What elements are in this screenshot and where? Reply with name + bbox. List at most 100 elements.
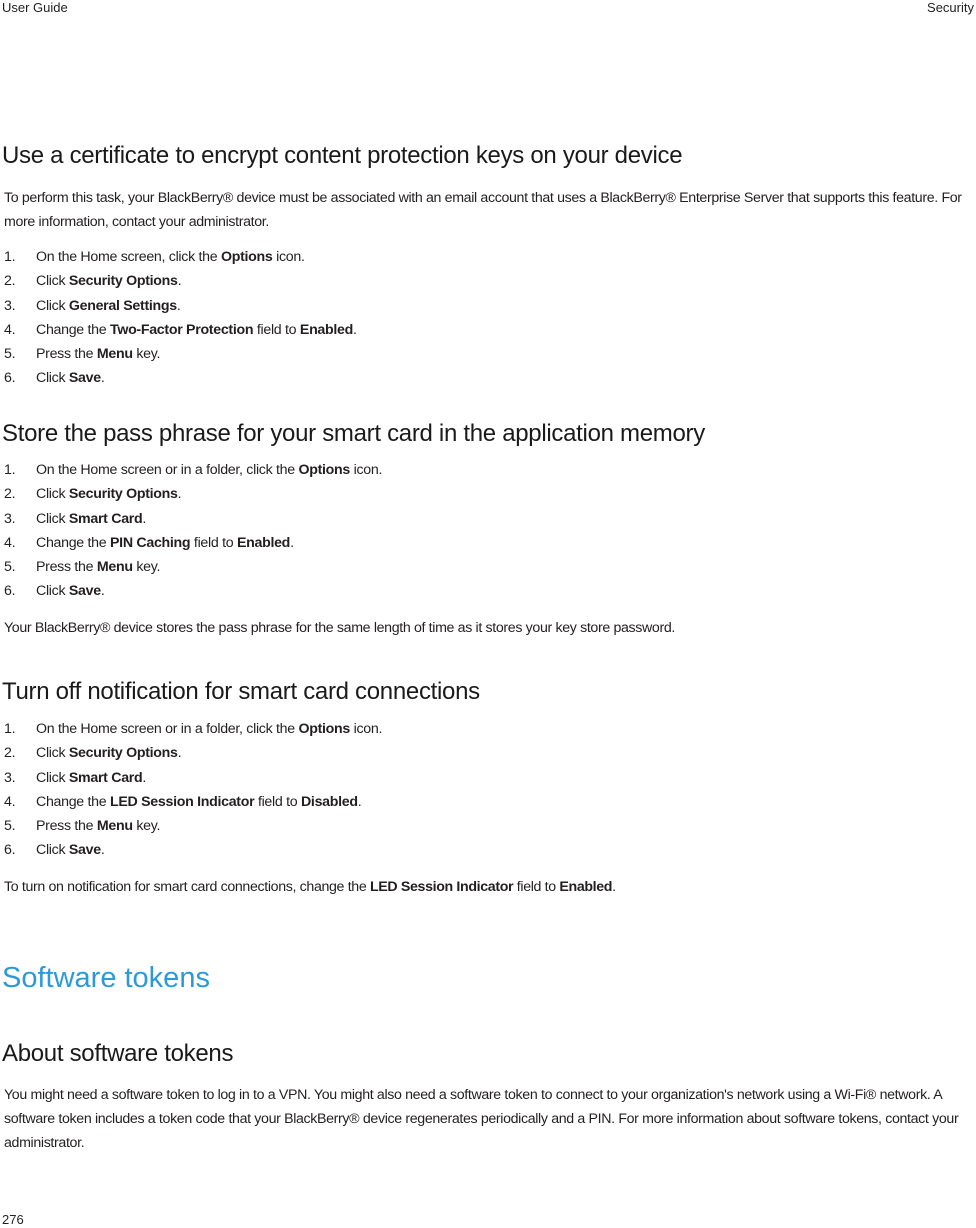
ui-term: PIN Caching xyxy=(110,534,191,551)
section-title-turn-off-notification: Turn off notification for smart card con… xyxy=(2,678,480,705)
step-number: 2. xyxy=(4,486,16,503)
ui-term: Security Options xyxy=(68,745,178,762)
step-item: 6. Click Save. xyxy=(4,838,382,862)
text-run: . xyxy=(177,745,182,762)
text-run: Change the xyxy=(36,793,111,810)
step-number: 2. xyxy=(4,745,16,762)
text-run: key. xyxy=(132,559,161,576)
text-run: Click xyxy=(36,486,69,503)
text-run: On the Home screen or in a folder, click… xyxy=(36,721,299,737)
step-number: 3. xyxy=(4,297,16,314)
text-run: On the Home screen or in a folder, click… xyxy=(36,462,299,478)
chapter-title-software-tokens: Software tokens xyxy=(2,962,210,994)
step-item: 2. Click Security Options. xyxy=(4,269,357,293)
step-item: 1. On the Home screen, click the Options … xyxy=(4,245,357,269)
step-number: 3. xyxy=(4,769,16,786)
step-number: 5. xyxy=(4,559,16,576)
text-run: field to xyxy=(253,321,300,338)
text-run: . xyxy=(177,486,182,503)
text-run: Click xyxy=(36,583,69,600)
text-run: Click xyxy=(36,745,69,762)
text-run: icon. xyxy=(350,721,383,737)
page-number: 276 xyxy=(2,1212,24,1227)
step-item: 4. Change the Two-Factor Protection field… xyxy=(4,318,357,342)
step-number: 5. xyxy=(4,346,16,363)
step-number: 1. xyxy=(4,249,16,265)
text-run: Change the xyxy=(36,534,111,551)
text-run: field to xyxy=(190,534,237,551)
step-number: 4. xyxy=(4,534,16,551)
step-number: 4. xyxy=(4,321,16,338)
text-run: . xyxy=(357,793,362,810)
ui-term: Save xyxy=(68,370,101,387)
steps-list-store-pass-phrase: 1. On the Home screen or in a folder, cli… xyxy=(4,458,382,604)
ui-term: Save xyxy=(68,842,101,859)
text-run: Press the xyxy=(36,559,97,576)
text-run: . xyxy=(177,273,182,290)
step-number: 1. xyxy=(4,462,16,478)
section-body-about-software-tokens: You might need a software token to log i… xyxy=(4,1087,959,1151)
step-item: 5. Press the Menu key. xyxy=(4,555,382,579)
step-number: 4. xyxy=(4,793,16,810)
text-run: Click xyxy=(36,842,69,859)
ui-term: Enabled xyxy=(299,321,353,338)
text-run: Click xyxy=(36,510,69,527)
ui-term: Save xyxy=(68,583,101,600)
ui-term: Options xyxy=(220,249,273,265)
ui-term: Options xyxy=(298,462,351,478)
ui-term: Menu xyxy=(96,346,133,363)
ui-term: LED Session Indicator xyxy=(110,793,255,810)
step-number: 3. xyxy=(4,510,16,527)
steps-list-certificate-encryption: 1. On the Home screen, click the Options … xyxy=(4,245,357,391)
ui-term: Security Options xyxy=(68,486,178,503)
ui-term: Options xyxy=(298,721,351,737)
text-run: Click xyxy=(36,273,69,290)
text-run: . xyxy=(100,842,105,859)
step-number: 5. xyxy=(4,818,16,835)
section-intro-certificate-encryption: To perform this task, your BlackBerry® d… xyxy=(4,190,962,230)
step-item: 1. On the Home screen or in a folder, cli… xyxy=(4,717,382,741)
step-number: 2. xyxy=(4,273,16,290)
text-run: On the Home screen, click the xyxy=(36,249,221,265)
text-run: . xyxy=(142,769,147,786)
ui-term: Smart Card xyxy=(68,510,143,527)
ui-term: Enabled xyxy=(559,879,613,895)
section-title-store-pass-phrase: Store the pass phrase for your smart car… xyxy=(2,420,705,447)
step-item: 1. On the Home screen or in a folder, cli… xyxy=(4,458,382,482)
step-item: 5. Press the Menu key. xyxy=(4,342,357,366)
note-store-pass-phrase: Your BlackBerry® device stores the pass … xyxy=(4,616,974,640)
step-item: 2. Click Security Options. xyxy=(4,482,382,506)
text-run: Click xyxy=(36,769,69,786)
ui-term: Enabled xyxy=(236,534,291,551)
ui-term: Two-Factor Protection xyxy=(110,321,254,338)
step-item: 3. Click Smart Card. xyxy=(4,507,382,531)
text-run: Change the xyxy=(36,321,111,338)
step-item: 3. Click General Settings. xyxy=(4,294,357,318)
step-item: 6. Click Save. xyxy=(4,366,357,390)
steps-list-turn-off-notification: 1. On the Home screen or in a folder, cli… xyxy=(4,717,382,863)
text-run: . xyxy=(612,879,616,895)
text-run: . xyxy=(353,321,357,338)
note-turn-off-notification: To turn on notification for smart card c… xyxy=(4,875,974,899)
ui-term: Menu xyxy=(96,818,133,835)
text-run: key. xyxy=(132,346,161,363)
ui-term: Disabled xyxy=(300,793,358,810)
step-number: 6. xyxy=(4,842,16,859)
step-item: 5. Press the Menu key. xyxy=(4,814,382,838)
running-header-left: User Guide xyxy=(2,0,68,15)
text-run: Press the xyxy=(36,346,97,363)
step-item: 2. Click Security Options. xyxy=(4,741,382,765)
text-run: . xyxy=(290,534,294,551)
section-title-certificate-encryption: Use a certificate to encrypt content pro… xyxy=(2,142,683,169)
step-number: 6. xyxy=(4,583,16,600)
ui-term: Security Options xyxy=(68,273,178,290)
text-run: . xyxy=(100,583,105,600)
ui-term: LED Session Indicator xyxy=(369,879,514,895)
text-run: icon. xyxy=(350,462,383,478)
step-number: 6. xyxy=(4,370,16,387)
text-run: Your BlackBerry® device stores the pass … xyxy=(4,620,675,636)
ui-term: Smart Card xyxy=(68,769,143,786)
section-title-about-software-tokens: About software tokens xyxy=(2,1040,234,1067)
ui-term: General Settings xyxy=(68,297,177,314)
text-run: Press the xyxy=(36,818,97,835)
